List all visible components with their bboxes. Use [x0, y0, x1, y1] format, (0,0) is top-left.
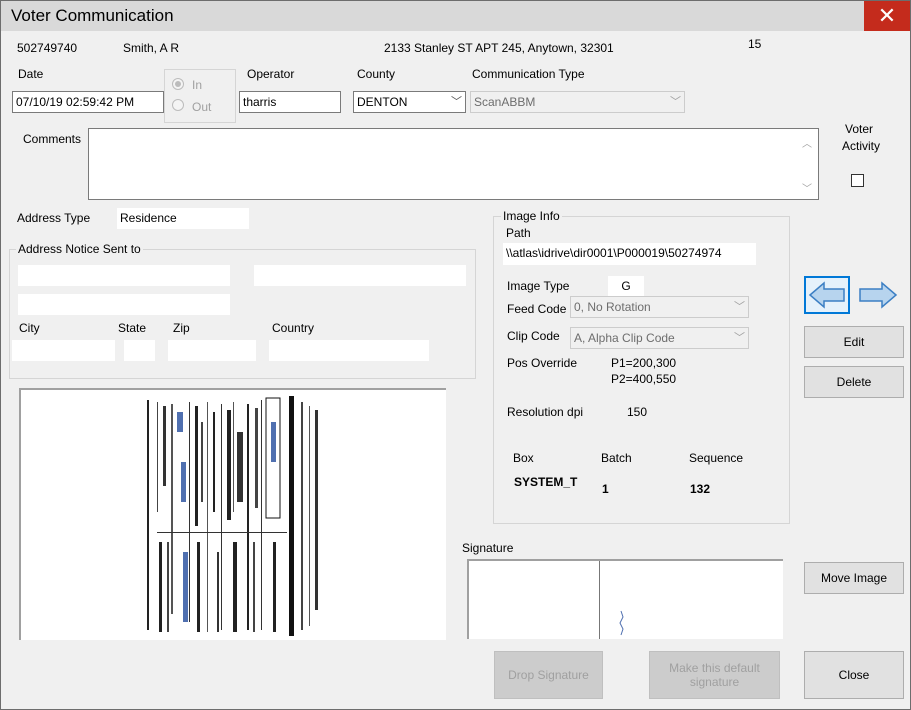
scroll-up-icon[interactable]: ︿	[802, 135, 812, 150]
voter-activity-label-line1: Voter	[845, 122, 874, 136]
comments-textarea[interactable]: ︿ ﹀	[88, 128, 819, 200]
close-button[interactable]: Close	[804, 651, 904, 699]
batch-value: 1	[602, 482, 609, 496]
operator-field[interactable]: tharris	[239, 91, 341, 113]
comments-label: Comments	[23, 132, 82, 146]
move-image-button[interactable]: Move Image	[804, 562, 904, 594]
comm-type-select[interactable]: ScanABBM ﹀	[470, 91, 685, 113]
voter-activity-label-line2: Activity	[842, 139, 881, 153]
feed-code-value: 0, No Rotation	[574, 300, 651, 314]
notice-address-line2[interactable]	[254, 265, 466, 286]
document-image-viewer[interactable]	[19, 388, 446, 640]
path-label: Path	[506, 226, 531, 240]
arrow-right-icon	[859, 281, 898, 309]
county-label: County	[357, 67, 396, 81]
radio-in[interactable]	[172, 78, 184, 90]
pos-override-label: Pos Override	[507, 356, 578, 370]
date-field[interactable]: 07/10/19 02:59:42 PM	[12, 91, 164, 113]
address-type-label: Address Type	[17, 211, 91, 225]
comm-type-label: Communication Type	[472, 67, 585, 81]
notice-address-line3[interactable]	[18, 294, 230, 315]
next-image-button[interactable]	[854, 276, 900, 314]
city-label: City	[19, 321, 40, 335]
resolution-value: 150	[627, 405, 648, 419]
signature-image	[595, 561, 625, 639]
record-count: 15	[748, 37, 762, 51]
image-type-field[interactable]: G	[608, 276, 644, 296]
operator-label: Operator	[247, 67, 295, 81]
signature-image-viewer[interactable]	[467, 559, 783, 639]
window-title: Voter Communication	[11, 6, 174, 25]
voter-name: Smith, A R	[123, 41, 180, 55]
chevron-down-icon: ﹀	[670, 96, 681, 108]
sequence-label: Sequence	[689, 451, 744, 465]
title-bar: Voter Communication ✕	[1, 1, 910, 31]
country-field[interactable]	[269, 340, 429, 361]
pos-p2: P2=400,550	[611, 372, 677, 386]
date-label: Date	[18, 67, 44, 81]
voter-address: 2133 Stanley ST APT 245, Anytown, 32301	[384, 41, 614, 55]
make-default-signature-button[interactable]: Make this default signature	[649, 651, 780, 699]
voter-communication-window: Voter Communication ✕ 502749740 Smith, A…	[0, 0, 911, 710]
edit-button[interactable]: Edit	[804, 326, 904, 358]
county-select[interactable]: DENTON ﹀	[353, 91, 466, 113]
zip-field[interactable]	[168, 340, 256, 361]
scanned-document-image	[137, 392, 330, 640]
county-value: DENTON	[357, 95, 408, 109]
make-default-line1: Make this default	[669, 661, 760, 675]
radio-in-label: In	[192, 78, 203, 92]
chevron-down-icon: ﹀	[734, 301, 745, 313]
close-window-button[interactable]: ✕	[864, 1, 910, 31]
voter-activity-checkbox[interactable]	[851, 174, 864, 187]
previous-image-button[interactable]	[804, 276, 850, 314]
path-field[interactable]: \\atlas\idrive\dir0001\P000019\50274974	[503, 243, 756, 265]
make-default-line2: signature	[689, 675, 740, 689]
drop-signature-button[interactable]: Drop Signature	[494, 651, 603, 699]
arrow-left-icon	[808, 281, 845, 309]
radio-out-label: Out	[192, 100, 212, 114]
sequence-value: 132	[690, 482, 711, 496]
clip-code-select[interactable]: A, Alpha Clip Code ﹀	[570, 327, 749, 349]
country-label: Country	[272, 321, 315, 335]
feed-code-select[interactable]: 0, No Rotation ﹀	[570, 296, 749, 318]
chevron-down-icon: ﹀	[734, 332, 745, 344]
chevron-down-icon: ﹀	[451, 96, 462, 108]
address-notice-label: Address Notice Sent to	[16, 242, 143, 256]
box-value: SYSTEM_T	[514, 475, 578, 489]
address-type-field[interactable]: Residence	[117, 208, 249, 229]
state-field[interactable]	[124, 340, 155, 361]
scroll-down-icon[interactable]: ﹀	[802, 180, 812, 195]
delete-button[interactable]: Delete	[804, 366, 904, 398]
radio-out[interactable]	[172, 99, 184, 111]
batch-label: Batch	[601, 451, 632, 465]
notice-address-line1[interactable]	[18, 265, 230, 286]
clip-code-label: Clip Code	[507, 329, 560, 343]
box-label: Box	[513, 451, 534, 465]
state-label: State	[118, 321, 147, 335]
city-field[interactable]	[12, 340, 115, 361]
image-info-label: Image Info	[501, 209, 562, 223]
image-type-label: Image Type	[507, 279, 570, 293]
comm-type-value: ScanABBM	[474, 95, 536, 109]
resolution-label: Resolution dpi	[507, 405, 584, 419]
pos-p1: P1=200,300	[611, 356, 677, 370]
clip-code-value: A, Alpha Clip Code	[574, 331, 675, 345]
zip-label: Zip	[173, 321, 190, 335]
feed-code-label: Feed Code	[507, 302, 567, 316]
signature-label: Signature	[462, 541, 514, 555]
voter-id: 502749740	[17, 41, 78, 55]
